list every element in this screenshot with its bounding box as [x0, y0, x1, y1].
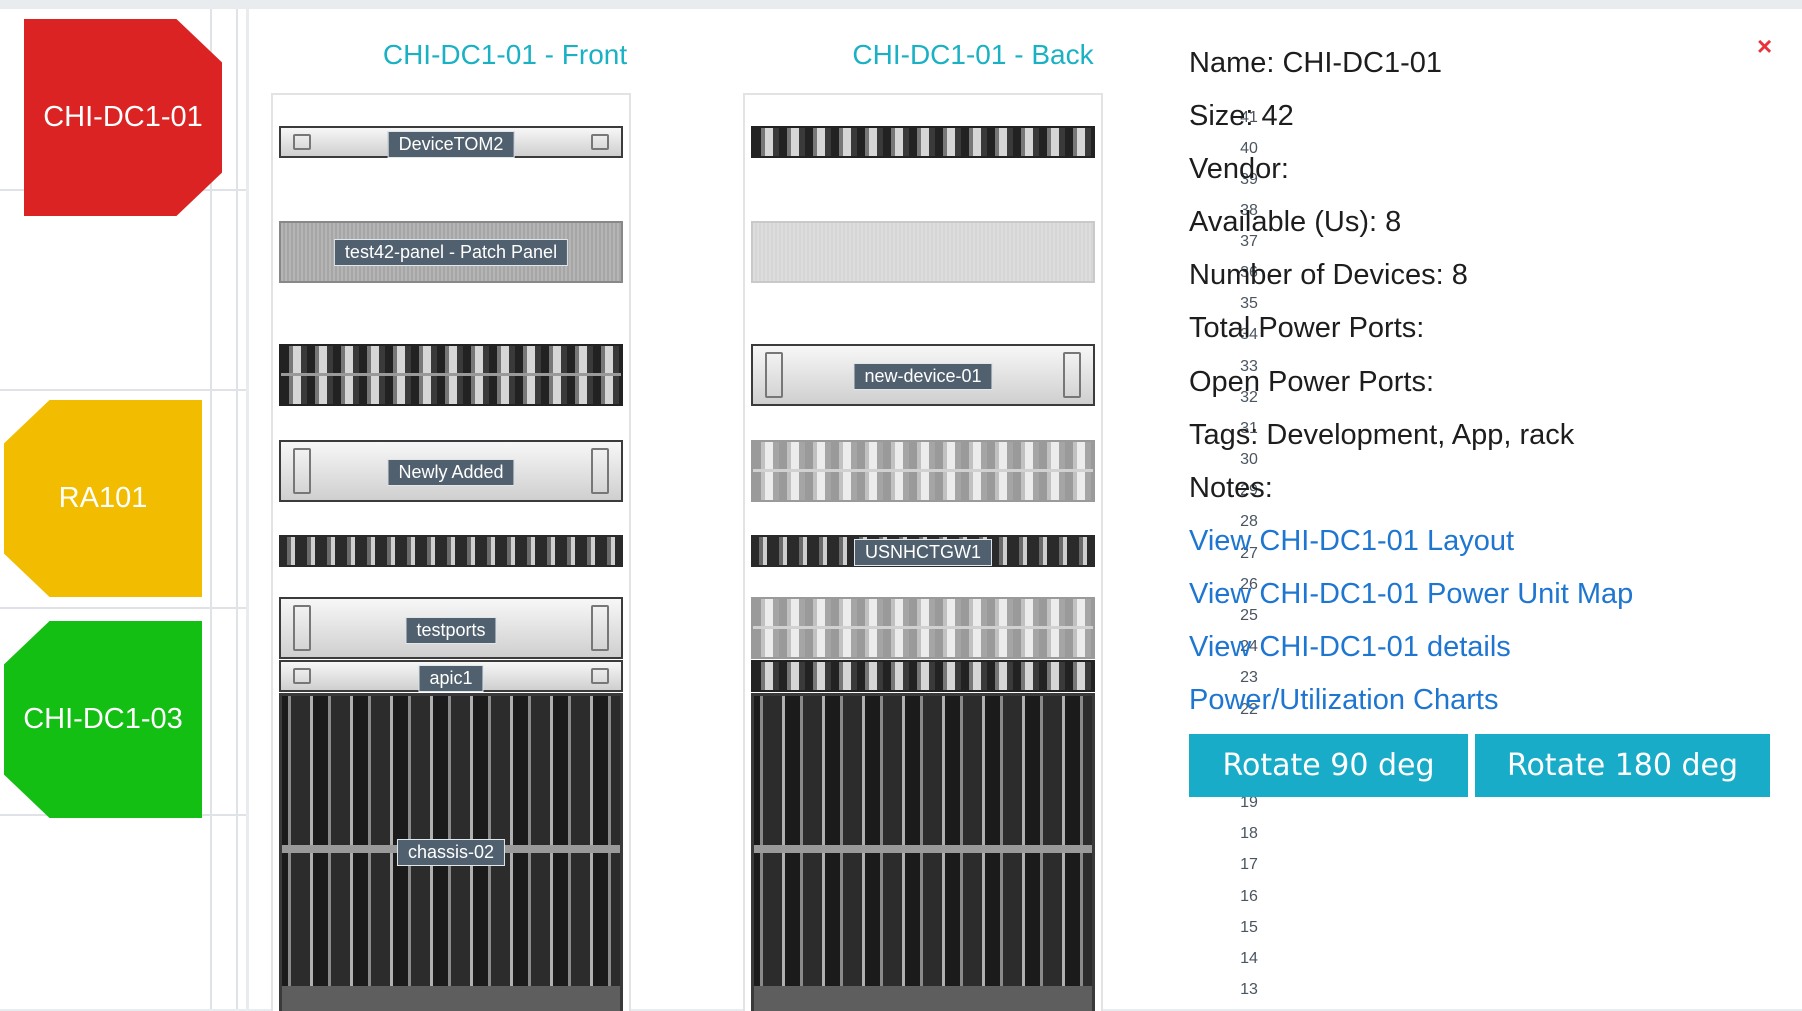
rack-tile-label: RA101	[58, 482, 148, 514]
device-label: Newly Added	[387, 459, 515, 486]
rack-device[interactable]	[751, 221, 1095, 283]
power-utilization-charts-link[interactable]: Power/Utilization Charts	[1189, 684, 1498, 717]
device-label: chassis-02	[396, 839, 506, 866]
device-label: USNHCTGW1	[854, 539, 992, 566]
unit-number: 35	[1240, 295, 1258, 312]
front-rack-title: CHI-DC1-01 - Front	[382, 39, 628, 70]
rack-device[interactable]	[751, 660, 1095, 692]
info-tags: Tags: Development, App, rack	[1189, 419, 1575, 451]
device-label: testports	[405, 617, 497, 644]
info-open-power: Open Power Ports:	[1189, 366, 1434, 398]
grid-line	[236, 9, 238, 1009]
rack-device[interactable]: Newly Added	[279, 440, 623, 502]
info-name: Name: CHI-DC1-01	[1189, 47, 1442, 79]
unit-number: 13	[1240, 981, 1258, 998]
back-rack-title: CHI-DC1-01 - Back	[852, 39, 1094, 70]
unit-number: 18	[1240, 825, 1258, 842]
rack-device-chassis[interactable]	[751, 693, 1095, 1011]
rack-device[interactable]	[279, 344, 623, 406]
rack-device[interactable]: USNHCTGW1	[751, 535, 1095, 567]
device-label: test42-panel - Patch Panel	[333, 239, 569, 266]
back-rack: new-device-01 USNHCTGW1	[743, 93, 1103, 1011]
device-label: DeviceTOM2	[387, 131, 515, 158]
rack-device-chassis[interactable]: chassis-02	[279, 693, 623, 1011]
rack-tile-chi-dc1-03[interactable]: CHI-DC1-03	[4, 621, 202, 818]
rack-tile-ra101[interactable]: RA101	[4, 400, 202, 597]
device-label: new-device-01	[853, 363, 993, 390]
device-label: apic1	[418, 665, 484, 692]
rack-device[interactable]	[279, 535, 623, 567]
rack-tile-label: CHI-DC1-03	[23, 703, 183, 735]
info-size: Size: 42	[1189, 100, 1294, 132]
rack-tile-label: CHI-DC1-01	[43, 101, 203, 133]
view-power-unit-map-link[interactable]: View CHI-DC1-01 Power Unit Map	[1189, 578, 1633, 611]
info-available: Available (Us): 8	[1189, 206, 1402, 238]
rack-device[interactable]: test42-panel - Patch Panel	[279, 221, 623, 283]
unit-number: 14	[1240, 950, 1258, 967]
floor-map: CHI-DC1-01 RA101 CHI-DC1-03	[0, 9, 246, 1009]
rack-tile-chi-dc1-01[interactable]: CHI-DC1-01	[24, 19, 222, 216]
chassis-base	[282, 986, 620, 1011]
chassis-divider	[754, 845, 1092, 854]
close-icon[interactable]: ×	[1757, 31, 1772, 62]
view-details-link[interactable]: View CHI-DC1-01 details	[1189, 631, 1511, 664]
unit-number: 17	[1240, 856, 1258, 873]
info-notes: Notes:	[1189, 472, 1273, 504]
front-rack: DeviceTOM2 test42-panel - Patch Panel Ne…	[271, 93, 631, 1011]
info-num-devices: Number of Devices: 8	[1189, 259, 1468, 291]
info-total-power: Total Power Ports:	[1189, 312, 1425, 344]
rack-device[interactable]: testports	[279, 597, 623, 659]
rack-device[interactable]: new-device-01	[751, 344, 1095, 406]
rack-device[interactable]	[751, 597, 1095, 659]
unit-number: 15	[1240, 919, 1258, 936]
info-vendor: Vendor:	[1189, 153, 1289, 185]
chassis-base	[754, 986, 1092, 1011]
rotate-90-button[interactable]: Rotate 90 deg	[1189, 734, 1468, 797]
view-layout-link[interactable]: View CHI-DC1-01 Layout	[1189, 525, 1514, 558]
unit-number: 16	[1240, 888, 1258, 905]
rack-device[interactable]: DeviceTOM2	[279, 126, 623, 158]
rack-detail-modal: × CHI-DC1-01 - Front CHI-DC1-01 - Back D…	[249, 9, 1802, 1011]
rack-device[interactable]	[751, 126, 1095, 158]
rack-device[interactable]: apic1	[279, 660, 623, 692]
rotate-180-button[interactable]: Rotate 180 deg	[1475, 734, 1770, 797]
rack-device[interactable]	[751, 440, 1095, 502]
unit-number: 30	[1240, 451, 1258, 468]
